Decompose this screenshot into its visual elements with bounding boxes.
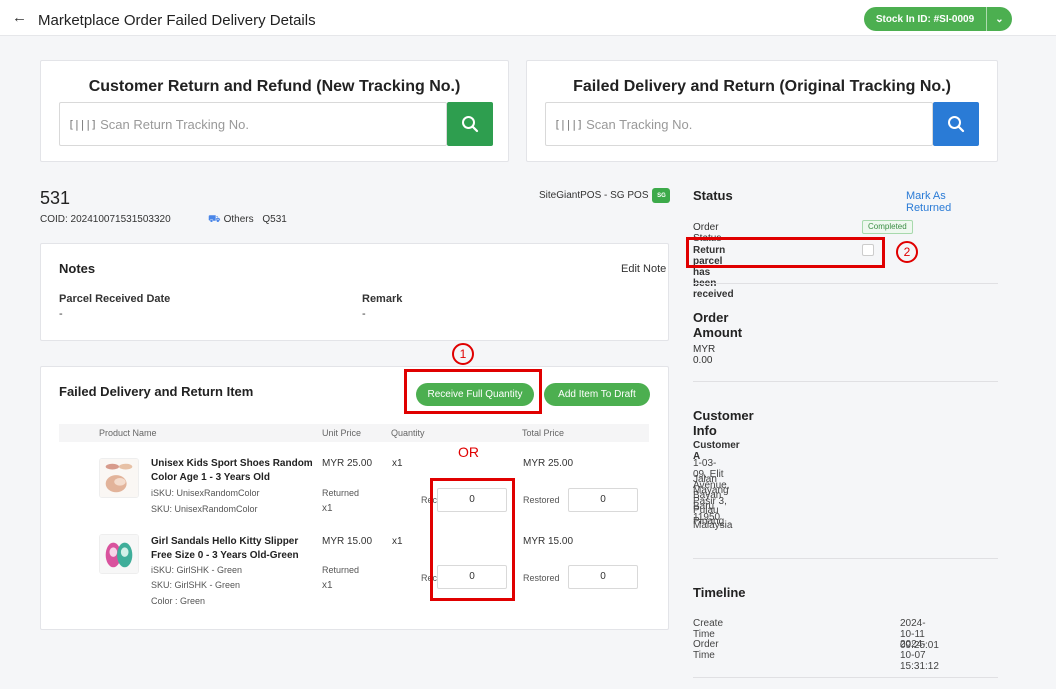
- product-color: Color : Green: [151, 596, 206, 606]
- chevron-down-icon[interactable]: ⌄: [987, 14, 1012, 25]
- quantity: x1: [392, 536, 403, 547]
- customer-return-title: Customer Return and Refund (New Tracking…: [88, 78, 461, 95]
- page-title: Marketplace Order Failed Delivery Detail…: [38, 12, 316, 29]
- barcode-icon: [|||]: [554, 117, 583, 131]
- col-quantity: Quantity: [391, 428, 425, 438]
- order-time-value: 2024-10-07 15:31:12: [900, 639, 939, 672]
- product-isku: iSKU: UnisexRandomColor: [151, 488, 260, 498]
- shipping-info: ⛟ Others Q531: [208, 214, 287, 227]
- channel-name: SiteGiantPOS - SG POS: [539, 190, 649, 201]
- product-sku: SKU: GirlSHK - Green: [151, 580, 241, 590]
- restored-label: Restored: [523, 495, 560, 505]
- total-price: MYR 15.00: [523, 536, 574, 547]
- restored-label: Restored: [523, 573, 560, 583]
- return-items-card: Failed Delivery and Return Item Receive …: [40, 366, 669, 630]
- annotation-or: OR: [458, 444, 479, 460]
- stock-in-dropdown[interactable]: Stock In ID: #SI-0009 ⌄: [864, 7, 1012, 31]
- back-arrow-icon[interactable]: ←: [12, 9, 27, 26]
- shipping-method: Others: [223, 214, 254, 225]
- notes-card: Notes Edit Note Parcel Received Date - R…: [40, 243, 669, 341]
- create-time-label: Create Time: [693, 618, 724, 640]
- notes-title: Notes: [59, 261, 96, 276]
- annotation-box-parcel-received: [686, 237, 885, 268]
- barcode-icon: [|||]: [68, 117, 97, 131]
- parcel-received-label: Parcel Received Date: [59, 293, 171, 305]
- col-unit-price: Unit Price: [322, 428, 362, 438]
- annotation-box-receive-full: [404, 369, 542, 414]
- product-thumbnail: [99, 458, 139, 498]
- table-header: Product Name Unit Price Quantity Total P…: [59, 424, 649, 442]
- return-scan-button[interactable]: [447, 102, 493, 146]
- annotation-box-received-inputs: [430, 478, 515, 601]
- order-time-label: Order Time: [693, 639, 719, 661]
- product-isku: iSKU: GirlSHK - Green: [151, 565, 243, 575]
- truck-icon: ⛟: [208, 214, 221, 225]
- top-bar: ← Marketplace Order Failed Delivery Deta…: [0, 0, 1056, 36]
- order-status-badge: Completed: [862, 220, 913, 234]
- parcel-received-value: -: [59, 308, 63, 320]
- returned-label: Returned: [322, 488, 360, 498]
- return-tracking-input[interactable]: [100, 116, 421, 132]
- channel-info: SiteGiantPOS - SG POS SG: [539, 188, 671, 203]
- returned-qty: x1: [322, 580, 333, 591]
- failed-delivery-scan-card: Failed Delivery and Return (Original Tra…: [526, 60, 998, 162]
- tracking-input[interactable]: [586, 116, 907, 132]
- status-title: Status: [693, 188, 733, 203]
- order-amount-title: Order Amount: [693, 310, 743, 340]
- tracking-input-wrap: [|||]: [545, 102, 933, 146]
- product-name-line1: Girl Sandals Hello Kitty Slipper: [151, 536, 299, 547]
- unit-price: MYR 25.00: [322, 458, 373, 469]
- address-line: Malaysia: [693, 520, 733, 531]
- product-name-line2: Free Size 0 - 3 Years Old-Green: [151, 550, 299, 561]
- tracking-scan-button[interactable]: [933, 102, 979, 146]
- remark-label: Remark: [362, 293, 403, 305]
- annotation-step-2: 2: [896, 241, 918, 263]
- customer-return-scan-card: Customer Return and Refund (New Tracking…: [40, 60, 509, 162]
- items-title: Failed Delivery and Return Item: [59, 384, 254, 399]
- search-ref: Q531: [262, 214, 287, 225]
- order-amount-value: MYR 0.00: [693, 344, 716, 366]
- product-sku: SKU: UnisexRandomColor: [151, 504, 258, 514]
- return-tracking-input-wrap: [|||]: [59, 102, 447, 146]
- total-price: MYR 25.00: [523, 458, 574, 469]
- search-icon: [462, 116, 479, 133]
- unit-price: MYR 15.00: [322, 536, 373, 547]
- remark-value: -: [362, 308, 366, 320]
- coid: COID: 202410071531503320: [40, 214, 171, 225]
- col-total: Total Price: [522, 428, 565, 438]
- failed-delivery-title: Failed Delivery and Return (Original Tra…: [573, 78, 951, 95]
- add-item-to-draft-button[interactable]: Add Item To Draft: [544, 383, 650, 406]
- product-name-line2: Color Age 1 - 3 Years Old: [151, 472, 270, 483]
- edit-note-link[interactable]: Edit Note: [621, 263, 666, 275]
- restored-qty-input[interactable]: 0: [568, 488, 638, 512]
- product-thumbnail: [99, 534, 139, 574]
- product-name-line1: Unisex Kids Sport Shoes Random: [151, 458, 313, 469]
- customer-info-title: Customer Info: [693, 408, 754, 438]
- annotation-step-1: 1: [452, 343, 474, 365]
- col-product: Product Name: [99, 428, 157, 438]
- quantity: x1: [392, 458, 403, 469]
- returned-label: Returned: [322, 565, 360, 575]
- timeline-title: Timeline: [693, 585, 746, 600]
- search-icon: [948, 116, 965, 133]
- restored-qty-input[interactable]: 0: [568, 565, 638, 589]
- order-number: 531: [40, 188, 71, 208]
- returned-qty: x1: [322, 503, 333, 514]
- channel-logo: SG: [652, 188, 671, 203]
- stock-in-id: Stock In ID: #SI-0009: [875, 13, 975, 25]
- mark-as-returned-link[interactable]: Mark As Returned: [906, 190, 951, 214]
